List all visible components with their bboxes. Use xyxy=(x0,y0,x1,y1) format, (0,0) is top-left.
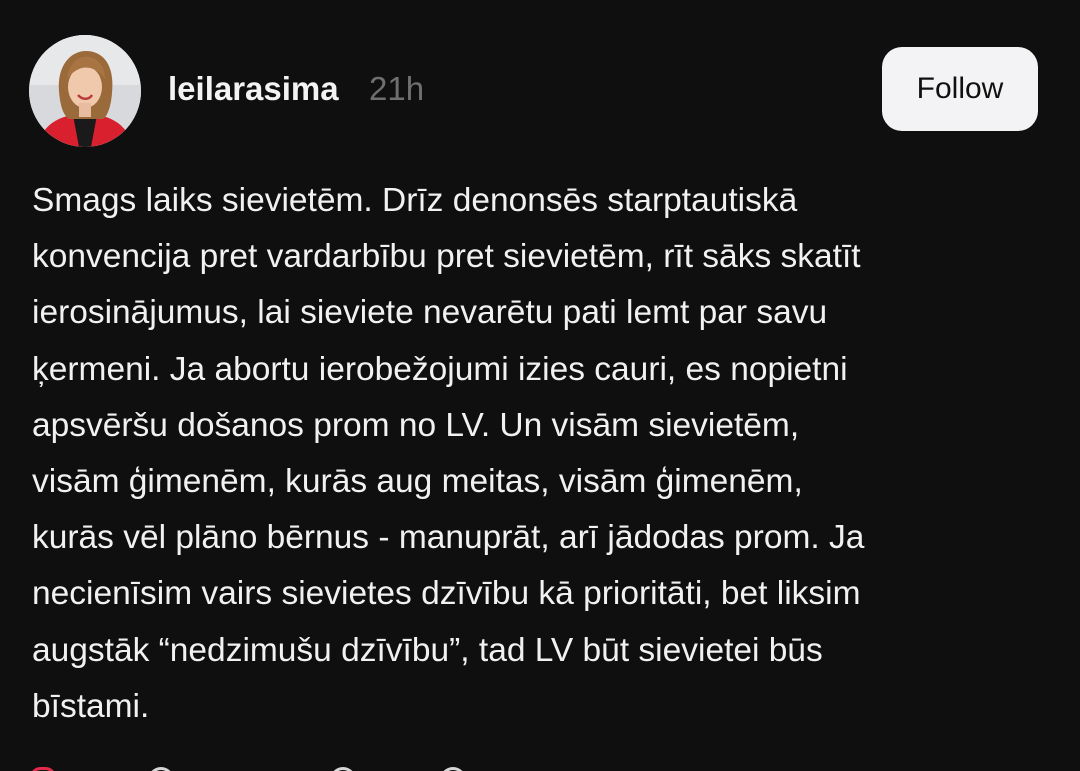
username[interactable]: leilarasima xyxy=(168,69,339,109)
follow-button[interactable]: Follow xyxy=(882,47,1038,131)
post-body: Smags laiks sievietēm. Drīz denonsēs sta… xyxy=(32,173,1042,735)
post-line: apsvēršu došanos prom no LV. Un visām si… xyxy=(32,406,800,444)
heart-icon[interactable] xyxy=(30,767,56,771)
post-line: augstāk “nedzimušu dzīvību”, tad LV būt … xyxy=(32,631,823,669)
post-line: Smags laiks sievietēm. Drīz denonsēs sta… xyxy=(32,182,798,219)
avatar-photo xyxy=(29,35,141,147)
post: leilarasima 21h Follow Smags laiks sievi… xyxy=(0,0,1080,771)
share-icon[interactable] xyxy=(440,767,466,771)
comment-icon[interactable] xyxy=(148,767,174,771)
repost-icon[interactable] xyxy=(330,767,356,771)
post-line: bīstami. xyxy=(32,687,150,725)
post-actions xyxy=(30,757,490,771)
post-line: ķermeni. Ja abortu ierobežojumi izies ca… xyxy=(32,350,848,388)
avatar[interactable] xyxy=(29,35,141,147)
post-line: kurās vēl plāno bērnus - manuprāt, arī j… xyxy=(32,519,865,557)
post-line: necienīsim vairs sievietes dzīvību kā pr… xyxy=(32,575,861,613)
post-line: visām ģimenēm, kurās aug meitas, visām ģ… xyxy=(32,463,803,501)
post-line: ierosinājumus, lai sieviete nevarētu pat… xyxy=(32,294,828,332)
post-time: 21h xyxy=(369,70,425,107)
post-line: konvencija pret vardarbību pret sievietē… xyxy=(32,238,861,276)
